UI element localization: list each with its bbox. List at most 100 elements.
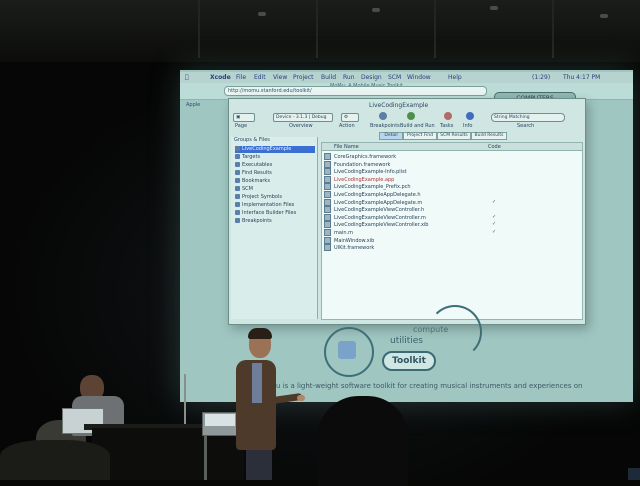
file-row[interactable]: UIKit.framework <box>324 244 564 252</box>
menubar-clock[interactable]: Thu 4:17 PM <box>563 74 600 81</box>
file-icon <box>324 168 331 176</box>
exit-sign <box>628 468 640 480</box>
folder-icon <box>235 202 240 207</box>
app-icon <box>338 341 356 359</box>
action-menu[interactable]: ⚙ <box>341 113 359 122</box>
menu-help[interactable]: Help <box>448 74 462 81</box>
sidebar-item-label: Find Results <box>242 170 272 176</box>
tab-detail[interactable]: Detail <box>379 132 403 140</box>
symbols-icon <box>235 194 240 199</box>
file-row[interactable]: main.m ✓ <box>324 229 564 236</box>
menu-app[interactable]: Xcode <box>210 74 231 81</box>
file-icon <box>324 221 331 229</box>
file-name: MainWindow.xib <box>334 237 375 244</box>
file-row[interactable]: Foundation.framework <box>324 160 564 168</box>
tasks-icon[interactable] <box>444 112 452 120</box>
file-row[interactable]: LiveCodingExample.app <box>324 175 564 183</box>
sidebar-item-scm[interactable]: SCM <box>235 186 315 193</box>
file-icon <box>324 198 331 206</box>
file-row[interactable]: LiveCodingExampleAppDelegate.h <box>324 191 564 198</box>
search-field[interactable]: String Matching <box>491 113 565 122</box>
battery-status[interactable]: (1:29) <box>532 74 550 81</box>
microphone-stand <box>184 374 186 424</box>
sidebar-item-executables[interactable]: Executables <box>235 162 315 169</box>
sidebar-item-project-symbols[interactable]: Project Symbols <box>235 194 315 201</box>
project-icon <box>235 146 240 151</box>
target-icon <box>235 154 240 159</box>
audience-head <box>318 396 408 486</box>
search-icon <box>235 170 240 175</box>
menu-scm[interactable]: SCM <box>388 74 401 81</box>
file-row[interactable]: CoreGraphics.framework <box>324 153 564 160</box>
menu-file[interactable]: File <box>236 74 246 81</box>
file-row[interactable]: MainWindow.xib <box>324 236 564 244</box>
info-icon[interactable] <box>466 112 474 120</box>
ceiling-beam <box>198 0 200 58</box>
sidebar-item-targets[interactable]: Targets <box>235 154 315 161</box>
menu-window[interactable]: Window <box>407 74 431 81</box>
checkmark-icon: ✓ <box>492 198 497 205</box>
audience-shoulder <box>0 440 110 480</box>
tab-build-results[interactable]: Build Results <box>471 132 507 140</box>
file-name: LiveCodingExampleAppDelegate.h <box>334 192 421 198</box>
sidebar-item-label: Breakpoints <box>242 218 272 224</box>
file-row[interactable]: LiveCodingExample_Prefix.pch <box>324 183 564 191</box>
file-row[interactable]: LiveCodingExampleViewController.m ✓ <box>324 213 564 221</box>
file-icon <box>324 213 331 221</box>
arc-decoration <box>428 305 482 359</box>
breakpoint-icon <box>235 218 240 223</box>
ceiling-beam <box>552 0 554 58</box>
toolbar-label-overview: Overview <box>289 123 313 129</box>
device-selector[interactable]: Device - 3.1.3 | Debug <box>273 113 333 122</box>
ceiling-light <box>490 6 498 10</box>
menu-build[interactable]: Build <box>321 74 336 81</box>
sidebar-item-interface-builder-files[interactable]: Interface Builder Files <box>235 210 315 217</box>
file-icon <box>324 183 331 191</box>
checkmark-icon: ✓ <box>492 229 497 235</box>
menu-project[interactable]: Project <box>293 74 314 81</box>
bookmark-apple[interactable]: Apple <box>186 102 200 108</box>
page-selector[interactable]: ▣ <box>233 113 255 122</box>
utilities-label: utilities <box>390 336 423 346</box>
tab-project-find[interactable]: Project Find <box>403 132 437 140</box>
toolbar-label-breakpoints: Breakpoints <box>370 123 400 129</box>
menu-run[interactable]: Run <box>343 74 355 81</box>
projection-screen:  Xcode File Edit View Project Build Run… <box>180 70 633 402</box>
file-row[interactable]: LiveCodingExampleAppDelegate.m ✓ <box>324 198 564 206</box>
file-row[interactable]: LiveCodingExample-Info.plist <box>324 168 564 176</box>
file-name: LiveCodingExampleViewController.xib <box>334 222 429 229</box>
apple-icon:  <box>185 74 189 81</box>
file-row[interactable]: LiveCodingExampleViewController.xib ✓ <box>324 221 564 229</box>
file-icon <box>324 175 331 183</box>
file-row[interactable]: LiveCodingExampleViewController.h <box>324 206 564 214</box>
file-list: File Name Code CoreGraphics.framework Fou… <box>321 142 583 320</box>
sidebar-item-breakpoints[interactable]: Breakpoints <box>235 218 315 225</box>
breakpoints-icon[interactable] <box>379 112 387 120</box>
file-list-header: File Name Code <box>322 143 582 151</box>
sidebar-item-bookmarks[interactable]: Bookmarks <box>235 178 315 185</box>
presenter-hair <box>248 328 272 339</box>
code-column[interactable]: Code <box>488 144 501 150</box>
tab-scm-results[interactable]: SCM Results <box>437 132 471 140</box>
sidebar-item-label: Executables <box>242 162 273 168</box>
file-name: LiveCodingExample_Prefix.pch <box>334 184 411 191</box>
file-name: LiveCodingExampleViewController.h <box>334 207 425 214</box>
url-field[interactable]: http://momu.stanford.edu/toolkit/ <box>224 86 487 96</box>
menu-design[interactable]: Design <box>361 74 382 81</box>
folder-icon <box>235 210 240 215</box>
file-name: Foundation.framework <box>334 161 391 168</box>
presenter-shirt <box>252 363 262 403</box>
mac-menubar:  Xcode File Edit View Project Build Run… <box>180 72 633 83</box>
bookmark-icon <box>235 178 240 183</box>
sidebar-item-label: LiveCodingExample <box>242 146 292 152</box>
sidebar-item-project[interactable]: LiveCodingExample <box>235 146 315 153</box>
file-name: LiveCodingExample-Info.plist <box>334 169 407 176</box>
file-name-column[interactable]: File Name <box>334 144 359 150</box>
scm-icon <box>235 186 240 191</box>
menu-edit[interactable]: Edit <box>254 74 266 81</box>
toolbar-label-action: Action <box>339 123 355 129</box>
sidebar-item-find-results[interactable]: Find Results <box>235 170 315 177</box>
sidebar-item-implementation-files[interactable]: Implementation Files <box>235 202 315 209</box>
build-and-run-icon[interactable] <box>407 112 415 120</box>
menu-view[interactable]: View <box>273 74 287 81</box>
